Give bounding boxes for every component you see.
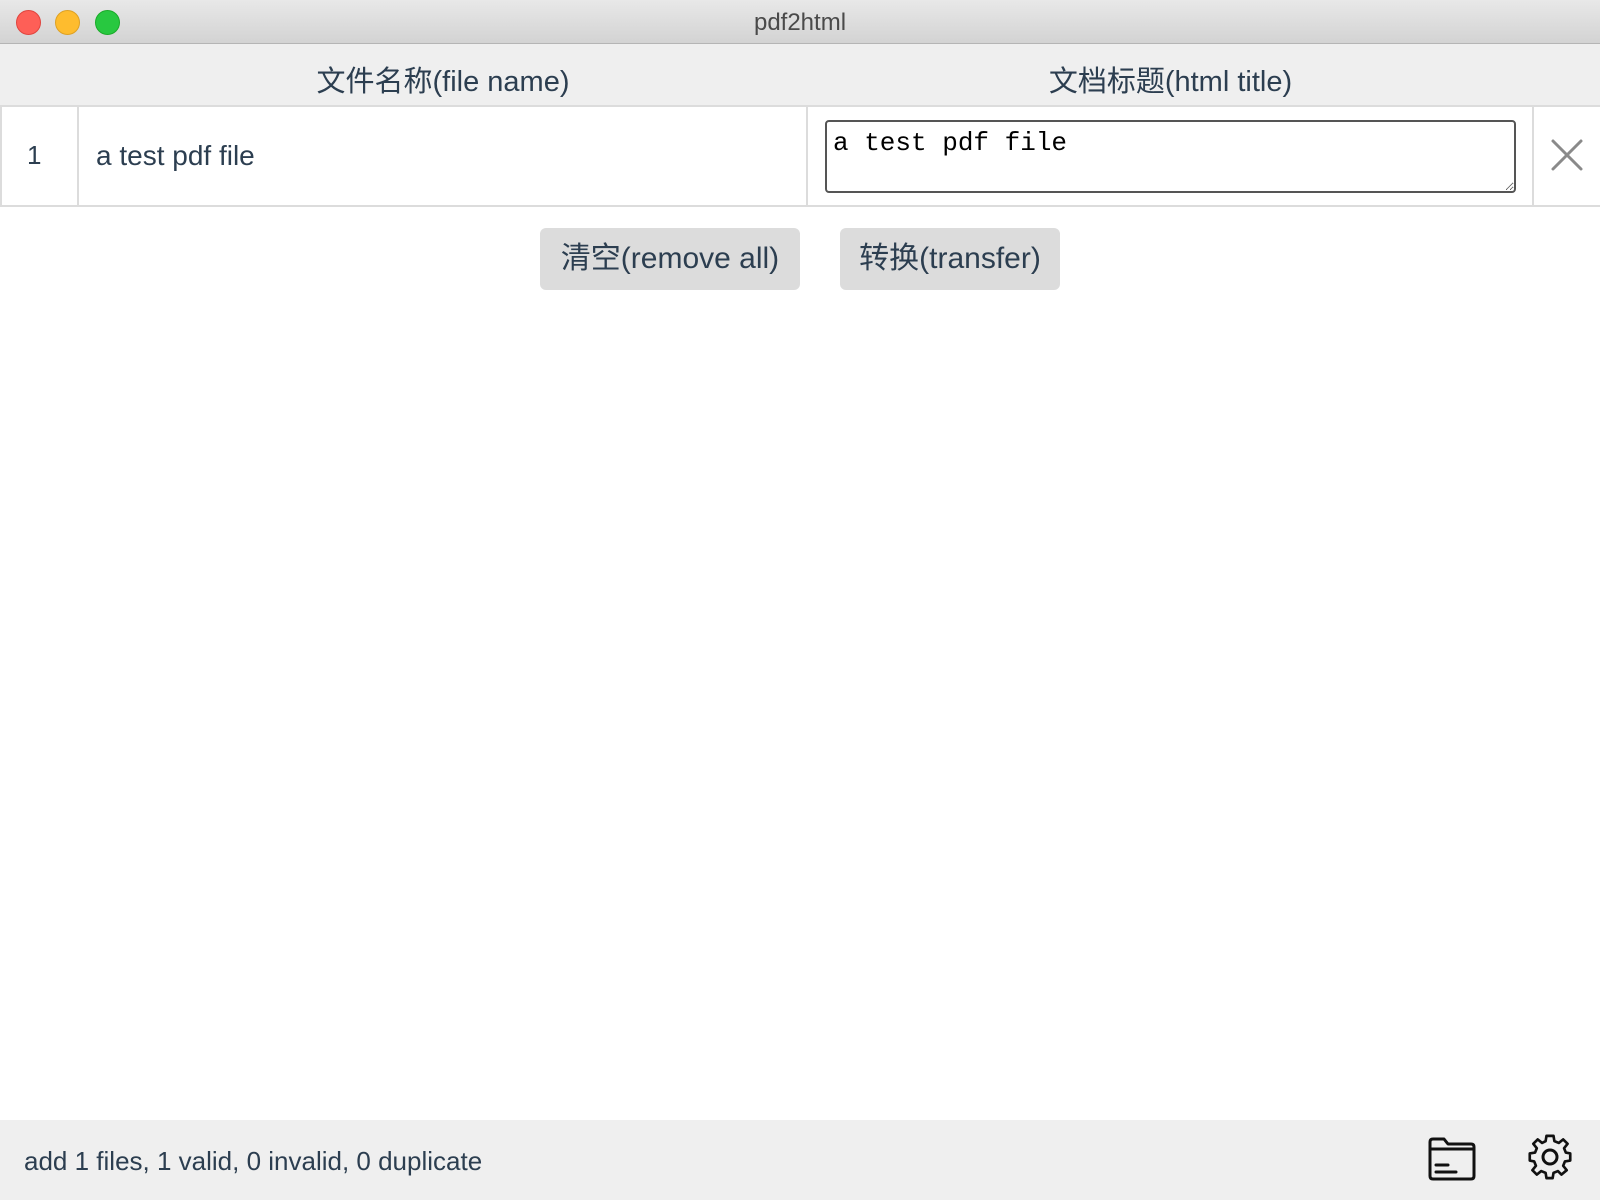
status-text: add 1 files, 1 valid, 0 invalid, 0 dupli… <box>24 1146 483 1176</box>
row-delete-cell <box>1534 107 1600 205</box>
row-index-cell: 1 <box>0 107 79 205</box>
window-titlebar: pdf2html <box>0 0 1600 44</box>
row-index: 1 <box>27 140 42 170</box>
column-header-filename: 文件名称(file name) <box>316 66 570 98</box>
remove-all-button[interactable]: 清空(remove all) <box>540 228 800 290</box>
gear-icon[interactable] <box>1524 1131 1576 1183</box>
column-header-title: 文档标题(html title) <box>1048 66 1293 98</box>
html-title-input[interactable] <box>825 120 1516 193</box>
row-title-cell <box>808 107 1534 205</box>
table-header: 文件名称(file name) 文档标题(html title) <box>0 44 1600 107</box>
row-filename: a test pdf file <box>96 140 255 171</box>
folder-icon[interactable] <box>1426 1132 1478 1184</box>
action-bar: 清空(remove all) 转换(transfer) <box>0 228 1600 290</box>
table-row: 1 a test pdf file <box>0 107 1600 207</box>
close-icon[interactable] <box>1550 138 1584 172</box>
row-filename-cell: a test pdf file <box>79 107 808 205</box>
window-title: pdf2html <box>753 9 847 36</box>
transfer-button[interactable]: 转换(transfer) <box>840 228 1060 290</box>
status-bar: add 1 files, 1 valid, 0 invalid, 0 dupli… <box>0 1120 1600 1200</box>
